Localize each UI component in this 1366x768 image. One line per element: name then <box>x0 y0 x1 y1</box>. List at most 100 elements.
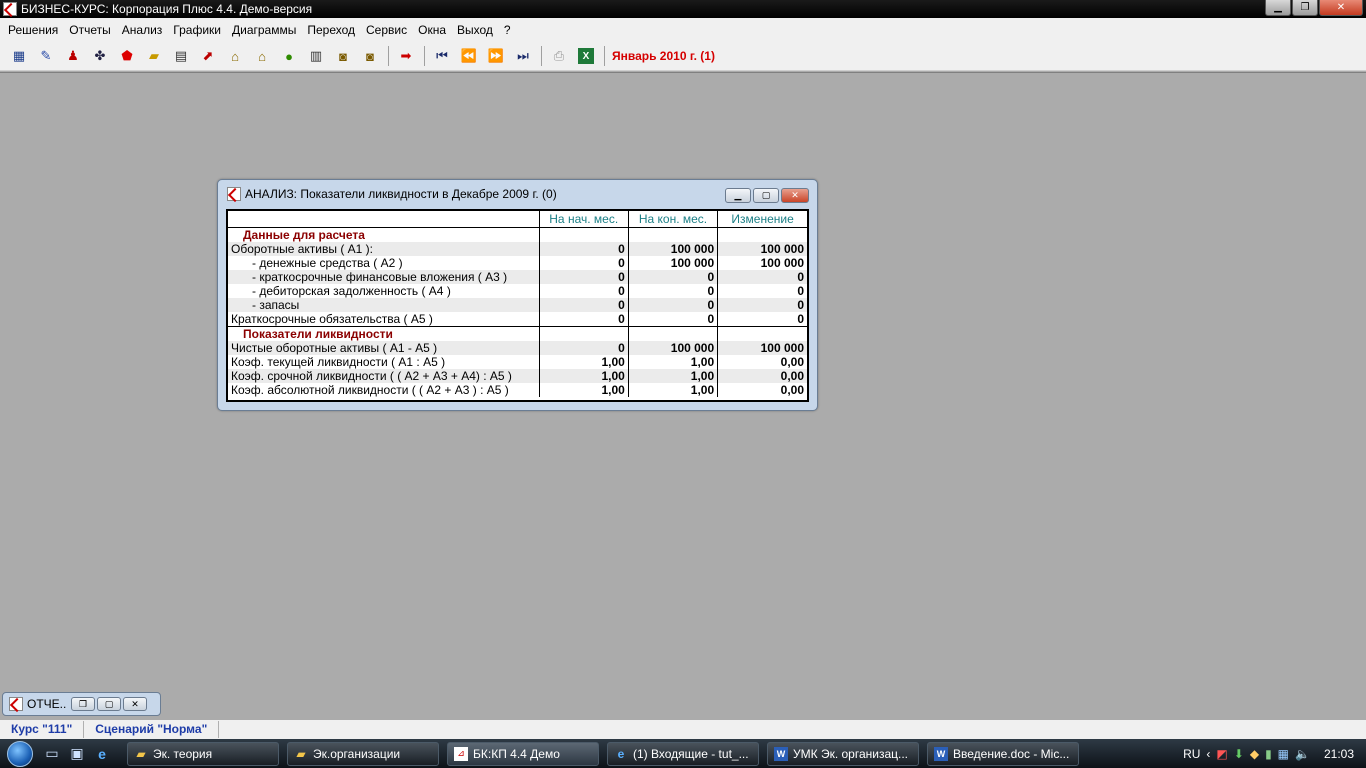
restore-button[interactable]: ❐ <box>1292 0 1318 16</box>
menu-service[interactable]: Сервис <box>362 23 411 37</box>
battery-icon[interactable]: ▮ <box>1265 747 1272 761</box>
row-label: Чистые оборотные активы ( А1 - А5 ) <box>228 340 540 355</box>
volume-icon[interactable]: 🔈 <box>1295 747 1310 761</box>
chart-add-icon: ▦ <box>12 48 26 63</box>
start-button[interactable] <box>0 739 40 768</box>
excel-icon: X <box>578 48 594 64</box>
analysis-window[interactable]: АНАЛИЗ: Показатели ликвидности в Декабре… <box>217 179 818 411</box>
value-change: 0 <box>717 311 807 326</box>
column-header-start[interactable]: На нач. мес. <box>538 211 629 228</box>
toolbar-button-14[interactable]: ◙ <box>358 45 382 67</box>
tray-misc-icon[interactable]: ◆ <box>1250 747 1259 761</box>
folder-icon: ▰ <box>136 746 146 761</box>
menu-analysis[interactable]: Анализ <box>118 23 167 37</box>
table-row[interactable]: - дебиторская задолженность ( А4 ) 0 0 0 <box>228 283 807 298</box>
table-row[interactable]: - запасы 0 0 0 <box>228 297 807 312</box>
row-label: - запасы <box>228 297 540 312</box>
minimized-close-button[interactable]: ✕ <box>123 697 147 711</box>
toolbar-button-13[interactable]: ◙ <box>331 45 355 67</box>
taskbar-item-ek-teoriya[interactable]: ▰ Эк. теория <box>127 741 279 766</box>
print-button[interactable]: ⎙ <box>547 45 571 67</box>
child-close-button[interactable]: ✕ <box>781 188 809 203</box>
toolbar-forward-button[interactable]: ➡ <box>394 45 418 67</box>
toolbar-separator <box>388 46 389 66</box>
table-row[interactable]: Чистые оборотные активы ( А1 - А5 ) 0 10… <box>228 340 807 355</box>
analysis-window-titlebar[interactable]: АНАЛИЗ: Показатели ликвидности в Декабре… <box>218 180 817 208</box>
toolbar-button-6[interactable]: ▰ <box>142 45 166 67</box>
restore-icon: ❐ <box>1300 2 1310 13</box>
minimized-restore-button[interactable]: ❐ <box>71 697 95 711</box>
table-row[interactable]: Краткосрочные обязательства ( А5 ) 0 0 0 <box>228 311 807 326</box>
close-button[interactable]: ✕ <box>1319 0 1363 16</box>
menu-reports[interactable]: Отчеты <box>65 23 114 37</box>
menu-diagrams[interactable]: Диаграммы <box>228 23 300 37</box>
child-maximize-button[interactable]: ▢ <box>753 188 779 203</box>
folder-icon: ▰ <box>149 48 159 63</box>
taskbar-item-ek-organizatsii[interactable]: ▰ Эк.организации <box>287 741 439 766</box>
taskbar-item-vvedenie[interactable]: W Введение.doc - Mic... <box>927 741 1079 766</box>
table-row[interactable]: Коэф. абсолютной ликвидности ( ( А2 + А3… <box>228 382 807 397</box>
taskbar-item-umk[interactable]: W УМК Эк. организац... <box>767 741 919 766</box>
download-icon[interactable]: ⬇ <box>1234 747 1244 761</box>
toolbar-button-11[interactable]: ● <box>277 45 301 67</box>
quicklaunch-show-desktop[interactable]: ▭ <box>40 743 64 765</box>
excel-button[interactable]: X <box>574 45 598 67</box>
toolbar-button-8[interactable]: ⬈ <box>196 45 220 67</box>
minimized-maximize-button[interactable]: ▢ <box>97 697 121 711</box>
next-period-button[interactable]: ⏩ <box>484 45 508 67</box>
column-header-change[interactable]: Изменение <box>717 211 807 228</box>
tray-app-icon[interactable]: ◩ <box>1216 747 1227 761</box>
minimize-button[interactable]: ▁ <box>1265 0 1291 16</box>
menu-windows[interactable]: Окна <box>414 23 450 37</box>
skip-last-icon: ⏭ <box>517 48 529 63</box>
current-period: Январь 2010 г. (1) <box>612 49 715 63</box>
menu-graphs[interactable]: Графики <box>169 23 225 37</box>
menu-help[interactable]: ? <box>500 23 515 37</box>
network-icon[interactable]: ▦ <box>1278 747 1289 761</box>
taskbar-item-bk-kp[interactable]: ⊿ БК:КП 4.4 Демо <box>447 741 599 766</box>
taskbar-item-inbox[interactable]: e (1) Входящие - tut_... <box>607 741 759 766</box>
toolbar-button-7[interactable]: ▤ <box>169 45 193 67</box>
toolbar-button-2[interactable]: ✎ <box>34 45 58 67</box>
value-change: 0,00 <box>717 354 807 369</box>
value-start: 0 <box>538 241 629 256</box>
toolbar: ▦ ✎ ♟ ✤ ⬟ ▰ ▤ ⬈ ⌂ ⌂ ● ▥ ◙ ◙ ➡ ⏮ ⏪ ⏩ ⏭ ⎙ … <box>0 42 1366 71</box>
quicklaunch-ie[interactable]: e <box>90 743 114 765</box>
table-row[interactable]: - денежные средства ( А2 ) 0 100 000 100… <box>228 255 807 270</box>
last-period-button[interactable]: ⏭ <box>511 45 535 67</box>
toolbar-button-3[interactable]: ♟ <box>61 45 85 67</box>
toolbar-button-9[interactable]: ⌂ <box>223 45 247 67</box>
quicklaunch-switch-windows[interactable]: ▣ <box>65 743 89 765</box>
toolbar-button-5[interactable]: ⬟ <box>115 45 139 67</box>
tray-expand-icon[interactable]: ‹ <box>1206 747 1210 761</box>
column-header-end[interactable]: На кон. мес. <box>627 211 718 228</box>
liquidity-grid[interactable]: На нач. мес. На кон. мес. Изменение Данн… <box>226 209 809 402</box>
table-icon: ▤ <box>174 48 188 63</box>
toolbar-separator <box>541 46 542 66</box>
table-row[interactable]: - краткосрочные финансовые вложения ( А3… <box>228 269 807 284</box>
first-period-button[interactable]: ⏮ <box>430 45 454 67</box>
language-indicator[interactable]: RU <box>1183 747 1200 761</box>
value-change: 0,00 <box>717 382 807 397</box>
menu-goto[interactable]: Переход <box>303 23 359 37</box>
toolbar-button-4[interactable]: ✤ <box>88 45 112 67</box>
menu-exit[interactable]: Выход <box>453 23 497 37</box>
minimized-reports-window[interactable]: ОТЧЕ... ❐ ▢ ✕ <box>2 692 161 716</box>
pen-icon: ✎ <box>40 48 52 63</box>
toolbar-button-1[interactable]: ▦ <box>7 45 31 67</box>
table-row[interactable]: Коэф. текущей ликвидности ( А1 : А5 ) 1,… <box>228 354 807 369</box>
child-minimize-button[interactable]: ▁ <box>725 188 751 203</box>
person-icon: ♟ <box>67 48 79 63</box>
bank-icon: ⌂ <box>231 48 239 64</box>
liquidity-table: На нач. мес. На кон. мес. Изменение Данн… <box>228 211 807 397</box>
table-row[interactable]: Оборотные активы ( А1 ): 0 100 000 100 0… <box>228 241 807 256</box>
toolbar-button-12[interactable]: ▥ <box>304 45 328 67</box>
menu-decisions[interactable]: Решения <box>4 23 62 37</box>
value-change: 0 <box>717 297 807 312</box>
table-header-row: На нач. мес. На кон. мес. Изменение <box>228 211 807 228</box>
table-row[interactable]: Коэф. срочной ликвидности ( ( А2 + А3 + … <box>228 368 807 383</box>
app-icon <box>3 2 17 16</box>
toolbar-button-10[interactable]: ⌂ <box>250 45 274 67</box>
clock[interactable]: 21:03 <box>1324 747 1354 761</box>
prev-period-button[interactable]: ⏪ <box>457 45 481 67</box>
